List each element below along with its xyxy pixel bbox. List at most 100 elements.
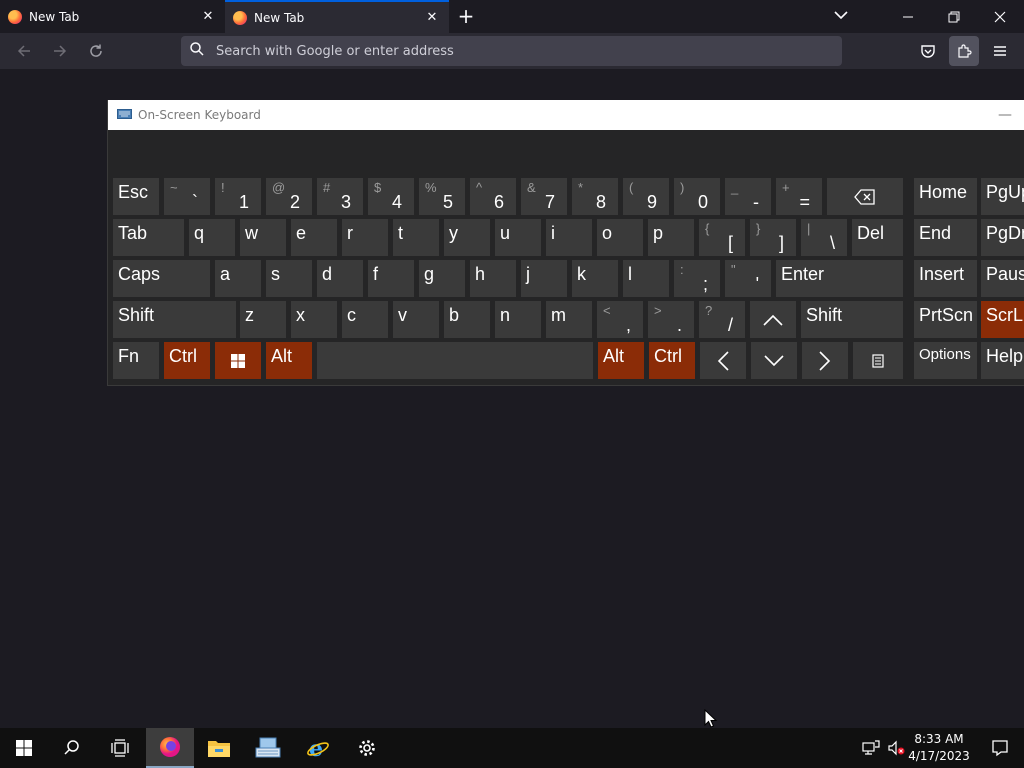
key-7[interactable]: & 7 bbox=[521, 178, 567, 215]
key-5[interactable]: % 5 bbox=[419, 178, 465, 215]
key-rbracket[interactable]: }] bbox=[750, 219, 796, 256]
restore-window-button[interactable] bbox=[931, 0, 977, 33]
start-icon[interactable] bbox=[0, 728, 48, 768]
key-t[interactable]: t bbox=[393, 219, 439, 256]
key-w[interactable]: w bbox=[240, 219, 286, 256]
key-semicolon[interactable]: :; bbox=[674, 260, 720, 297]
key-p[interactable]: p bbox=[648, 219, 694, 256]
key-2[interactable]: @2 bbox=[266, 178, 312, 215]
forward-arrow-icon[interactable] bbox=[49, 40, 71, 62]
key-h[interactable]: h bbox=[470, 260, 516, 297]
key-win[interactable] bbox=[215, 342, 261, 379]
key-lctrl[interactable]: Ctrl bbox=[164, 342, 210, 379]
key-6[interactable]: ^ 6 bbox=[470, 178, 516, 215]
close-window-button[interactable] bbox=[977, 0, 1023, 33]
key-o[interactable]: o bbox=[597, 219, 643, 256]
key-k[interactable]: k bbox=[572, 260, 618, 297]
key-0[interactable]: ) 0 bbox=[674, 178, 720, 215]
new-tab-button[interactable]: + bbox=[455, 5, 477, 27]
close-tab-icon[interactable]: ✕ bbox=[423, 10, 441, 25]
key-u[interactable]: u bbox=[495, 219, 541, 256]
minimize-window-button[interactable] bbox=[885, 0, 931, 33]
key-z[interactable]: z bbox=[240, 301, 286, 338]
taskbar-clock[interactable]: 8:33 AM 4/17/2023 bbox=[908, 731, 970, 765]
key-ralt[interactable]: Alt bbox=[598, 342, 644, 379]
key-home[interactable]: Home bbox=[914, 178, 977, 215]
key-d[interactable]: d bbox=[317, 260, 363, 297]
key-left[interactable] bbox=[700, 342, 746, 379]
key-prtscn[interactable]: PrtScn bbox=[914, 301, 977, 338]
key-q[interactable]: q bbox=[189, 219, 235, 256]
osk-minimize-button[interactable]: — bbox=[985, 100, 1024, 130]
key-lalt[interactable]: Alt bbox=[266, 342, 312, 379]
key-backspace[interactable] bbox=[827, 178, 903, 215]
address-bar[interactable] bbox=[181, 36, 842, 66]
list-all-tabs-chevron-icon[interactable] bbox=[832, 6, 850, 24]
back-arrow-icon[interactable] bbox=[13, 40, 35, 62]
close-tab-icon[interactable]: ✕ bbox=[199, 9, 217, 24]
key-lshift[interactable]: Shift bbox=[113, 301, 236, 338]
settings-gear-icon[interactable] bbox=[343, 728, 391, 768]
on-screen-keyboard-icon[interactable] bbox=[244, 728, 292, 768]
key-s[interactable]: s bbox=[266, 260, 312, 297]
key-l[interactable]: l bbox=[623, 260, 669, 297]
key-m[interactable]: m bbox=[546, 301, 592, 338]
task-view-icon[interactable] bbox=[96, 728, 144, 768]
key-minus[interactable]: _ - bbox=[725, 178, 771, 215]
key-backslash[interactable]: | \ bbox=[801, 219, 847, 256]
key-1[interactable]: ! 1 bbox=[215, 178, 261, 215]
key-equals[interactable]: + = bbox=[776, 178, 822, 215]
key-caps[interactable]: Caps bbox=[113, 260, 210, 297]
key-j[interactable]: j bbox=[521, 260, 567, 297]
key-enter[interactable]: Enter bbox=[776, 260, 903, 297]
osk-title-bar[interactable]: On-Screen Keyboard — bbox=[108, 100, 1024, 130]
key-comma[interactable]: <, bbox=[597, 301, 643, 338]
key-tab[interactable]: Tab bbox=[113, 219, 184, 256]
key-down[interactable] bbox=[751, 342, 797, 379]
key-rshift[interactable]: Shift bbox=[801, 301, 903, 338]
key-pause[interactable]: Pause bbox=[981, 260, 1024, 297]
key-n[interactable]: n bbox=[495, 301, 541, 338]
key-scrlk[interactable]: ScrLk bbox=[981, 301, 1024, 338]
key-insert[interactable]: Insert bbox=[914, 260, 977, 297]
key-lbracket[interactable]: {[ bbox=[699, 219, 745, 256]
key-i[interactable]: i bbox=[546, 219, 592, 256]
key-pgdn[interactable]: PgDn bbox=[981, 219, 1024, 256]
internet-explorer-icon[interactable]: e bbox=[294, 728, 342, 768]
key-v[interactable]: v bbox=[393, 301, 439, 338]
extensions-puzzle-icon[interactable] bbox=[949, 36, 979, 66]
hamburger-menu-icon[interactable] bbox=[985, 36, 1015, 66]
key-f[interactable]: f bbox=[368, 260, 414, 297]
key-rctrl[interactable]: Ctrl bbox=[649, 342, 695, 379]
notifications-icon[interactable] bbox=[976, 728, 1024, 768]
key-quote[interactable]: " ' bbox=[725, 260, 771, 297]
key-options[interactable]: Options bbox=[914, 342, 977, 379]
key-menu[interactable] bbox=[853, 342, 903, 379]
key-up[interactable] bbox=[750, 301, 796, 338]
key-help[interactable]: Help bbox=[981, 342, 1024, 379]
key-3[interactable]: #3 bbox=[317, 178, 363, 215]
key-a[interactable]: a bbox=[215, 260, 261, 297]
pocket-icon[interactable] bbox=[913, 36, 943, 66]
address-input[interactable] bbox=[214, 42, 818, 60]
key-b[interactable]: b bbox=[444, 301, 490, 338]
search-icon[interactable] bbox=[48, 728, 96, 768]
key-e[interactable]: e bbox=[291, 219, 337, 256]
key-fn[interactable]: Fn bbox=[113, 342, 159, 379]
key-y[interactable]: y bbox=[444, 219, 490, 256]
key-backtick[interactable]: ~ ` bbox=[164, 178, 210, 215]
key-right[interactable] bbox=[802, 342, 848, 379]
key-period[interactable]: >. bbox=[648, 301, 694, 338]
key-x[interactable]: x bbox=[291, 301, 337, 338]
key-esc[interactable]: Esc bbox=[113, 178, 159, 215]
key-9[interactable]: (9 bbox=[623, 178, 669, 215]
network-icon[interactable] bbox=[858, 728, 884, 768]
key-space[interactable] bbox=[317, 342, 593, 379]
key-g[interactable]: g bbox=[419, 260, 465, 297]
firefox-icon[interactable] bbox=[146, 728, 194, 768]
key-slash[interactable]: ? / bbox=[699, 301, 745, 338]
key-c[interactable]: c bbox=[342, 301, 388, 338]
key-pgup[interactable]: PgUp bbox=[981, 178, 1024, 215]
key-del[interactable]: Del bbox=[852, 219, 903, 256]
key-4[interactable]: $4 bbox=[368, 178, 414, 215]
